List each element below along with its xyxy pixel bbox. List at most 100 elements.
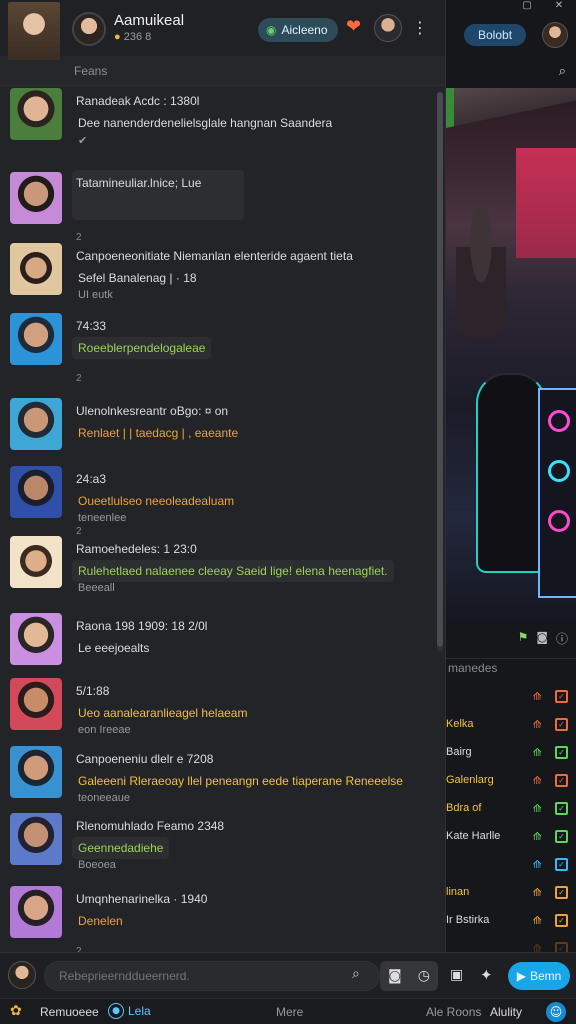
message-author[interactable]: Canpoeneonitiate Niemanlan elenteride ag… bbox=[76, 249, 353, 263]
side-list-item[interactable]: Bairg ⟰ ✓ bbox=[446, 738, 576, 766]
image-icon[interactable]: ▣ bbox=[450, 967, 463, 983]
camera-icon[interactable]: ◙ bbox=[388, 968, 402, 984]
group-meta: ● 236 8 bbox=[114, 31, 151, 43]
message-author[interactable]: Raona 198 1909: 18 2/0l bbox=[76, 619, 207, 633]
side-item-label: Bairg bbox=[446, 746, 472, 758]
home-icon[interactable]: ✿ bbox=[10, 1003, 22, 1019]
search-icon[interactable]: ⌕ bbox=[559, 64, 566, 79]
streamer-avatar[interactable] bbox=[542, 22, 568, 48]
checkbox-icon[interactable]: ✓ bbox=[555, 885, 568, 899]
scroll-thumb[interactable] bbox=[437, 92, 443, 647]
message-author[interactable]: 74:33 bbox=[76, 319, 106, 333]
user-avatar[interactable] bbox=[10, 466, 62, 518]
profile-icon[interactable]: ☺ bbox=[546, 1002, 566, 1022]
coin-icon: ● bbox=[114, 31, 121, 43]
message-author[interactable]: Rlenomuhlado Feamo 2348 bbox=[76, 819, 224, 833]
status-chip[interactable]: ◉ Aicleeno bbox=[258, 18, 338, 42]
side-item-label: Kate Harlle bbox=[446, 830, 501, 842]
checkbox-icon[interactable]: ✓ bbox=[555, 773, 568, 787]
message-author[interactable]: Tatamineuliar.lnice; Lue bbox=[76, 176, 201, 190]
group-name[interactable]: Aamuikeal bbox=[114, 12, 184, 29]
user-avatar[interactable] bbox=[10, 313, 62, 365]
wall-art bbox=[516, 148, 576, 258]
nav-home[interactable]: Remuoeee bbox=[40, 1005, 99, 1019]
self-avatar[interactable] bbox=[8, 961, 36, 989]
message-count: 2 bbox=[76, 526, 82, 537]
send-icon: ▶ bbox=[516, 969, 526, 983]
user-avatar[interactable] bbox=[10, 536, 62, 588]
group-avatar[interactable] bbox=[72, 12, 106, 46]
signal-icon[interactable]: ⟰ bbox=[533, 718, 542, 731]
user-avatar[interactable] bbox=[10, 613, 62, 665]
nav-live[interactable]: ● Lela bbox=[108, 1003, 151, 1019]
side-list-item[interactable]: Ir Bstirka ⟰ ✓ bbox=[446, 906, 576, 934]
friend-avatar[interactable] bbox=[374, 14, 402, 42]
signal-icon[interactable]: ⟰ bbox=[533, 830, 542, 843]
close-icon[interactable]: ✕ bbox=[550, 0, 568, 12]
checkbox-icon[interactable]: ✓ bbox=[555, 829, 568, 843]
message-author[interactable]: Ulenolnkesreantr oBgo: ¤ on bbox=[76, 404, 228, 418]
heart-icon[interactable]: ❤ bbox=[346, 16, 361, 37]
message-text: Renlaet | | taedacg | , eaeante bbox=[78, 426, 239, 440]
signal-icon[interactable]: ⟰ bbox=[533, 774, 542, 787]
signal-icon[interactable]: ⟰ bbox=[533, 690, 542, 703]
user-avatar[interactable] bbox=[10, 813, 62, 865]
user-avatar[interactable] bbox=[10, 243, 62, 295]
user-avatar[interactable] bbox=[10, 398, 62, 450]
kebab-icon[interactable]: ⋮ bbox=[412, 18, 428, 37]
message-text: Galeeeni Rleraeoay llel peneangn eede ti… bbox=[78, 774, 403, 788]
checkbox-icon[interactable]: ✓ bbox=[555, 717, 568, 731]
side-list-item[interactable]: Bdra of ⟰ ✓ bbox=[446, 794, 576, 822]
checkbox-icon[interactable]: ✓ bbox=[555, 913, 568, 927]
sticker-icon[interactable]: ✦ bbox=[480, 966, 493, 984]
signal-icon[interactable]: ⟰ bbox=[533, 802, 542, 815]
signal-icon[interactable]: ⟰ bbox=[533, 858, 542, 871]
message-input[interactable] bbox=[44, 961, 380, 991]
nav-activity[interactable]: Alulity bbox=[490, 1005, 522, 1019]
follow-button[interactable]: Bolobt bbox=[464, 24, 527, 46]
stream-video[interactable] bbox=[446, 88, 576, 623]
message-author[interactable]: 24:a3 bbox=[76, 472, 106, 486]
camera-icon[interactable]: ◙ bbox=[536, 630, 548, 647]
message-author[interactable]: Canpoeneniu dlelr e 7208 bbox=[76, 752, 213, 766]
nav-alerts[interactable]: Ale Roons bbox=[426, 1005, 481, 1019]
message-count: 2 bbox=[76, 373, 82, 384]
message-author[interactable]: 5/1:88 bbox=[76, 684, 109, 698]
side-list-item[interactable]: Kelka ⟰ ✓ bbox=[446, 710, 576, 738]
chip-label: Aicleeno bbox=[281, 23, 328, 37]
signal-icon[interactable]: ⟰ bbox=[533, 746, 542, 759]
user-avatar[interactable] bbox=[10, 746, 62, 798]
square-icon[interactable]: ▢ bbox=[518, 0, 536, 12]
user-avatar[interactable] bbox=[10, 172, 62, 224]
pc-case bbox=[538, 388, 576, 598]
side-list-item[interactable]: linan ⟰ ✓ bbox=[446, 878, 576, 906]
side-list-item[interactable]: ⟰ ✓ bbox=[446, 682, 576, 710]
user-avatar[interactable] bbox=[10, 886, 62, 938]
timer-icon[interactable]: ◷ bbox=[418, 968, 430, 984]
message-author[interactable]: Ranadeak Acdc : 1380l bbox=[76, 94, 199, 108]
leaf-icon[interactable]: ⚑ bbox=[518, 630, 529, 647]
message-author[interactable]: Umqnhenarinelka · 1940 bbox=[76, 892, 207, 906]
side-list-title: manedes bbox=[446, 658, 576, 675]
side-list-item[interactable]: Galenlarg ⟰ ✓ bbox=[446, 766, 576, 794]
message-text: Dee nanenderdenelielsglale hangnan Saand… bbox=[78, 116, 333, 130]
send-button[interactable]: ▶ Bemn bbox=[508, 962, 570, 990]
message-author[interactable]: Ramoehedeles: 1 23:0 bbox=[76, 542, 197, 556]
side-list-item[interactable]: Kate Harlle ⟰ ✓ bbox=[446, 822, 576, 850]
info-icon[interactable]: ⓘ bbox=[556, 630, 568, 647]
checkbox-icon[interactable]: ✓ bbox=[555, 689, 568, 703]
side-item-label: Ir Bstirka bbox=[446, 914, 490, 926]
search-icon[interactable]: ⌕ bbox=[352, 966, 360, 982]
nav-more[interactable]: Mere bbox=[276, 1005, 303, 1019]
user-avatar[interactable] bbox=[10, 88, 62, 140]
search-bar[interactable]: Feans bbox=[0, 56, 445, 86]
signal-icon[interactable]: ⟰ bbox=[533, 914, 542, 927]
signal-icon[interactable]: ⟰ bbox=[533, 886, 542, 899]
channel-thumbnail[interactable] bbox=[8, 2, 60, 60]
user-avatar[interactable] bbox=[10, 678, 62, 730]
chat-panel: Aamuikeal ● 236 8 ◉ Aicleeno ❤ ⋮ Feans R… bbox=[0, 0, 446, 957]
checkbox-icon[interactable]: ✓ bbox=[555, 801, 568, 815]
checkbox-icon[interactable]: ✓ bbox=[555, 857, 568, 871]
side-list-item[interactable]: ⟰ ✓ bbox=[446, 850, 576, 878]
checkbox-icon[interactable]: ✓ bbox=[555, 745, 568, 759]
